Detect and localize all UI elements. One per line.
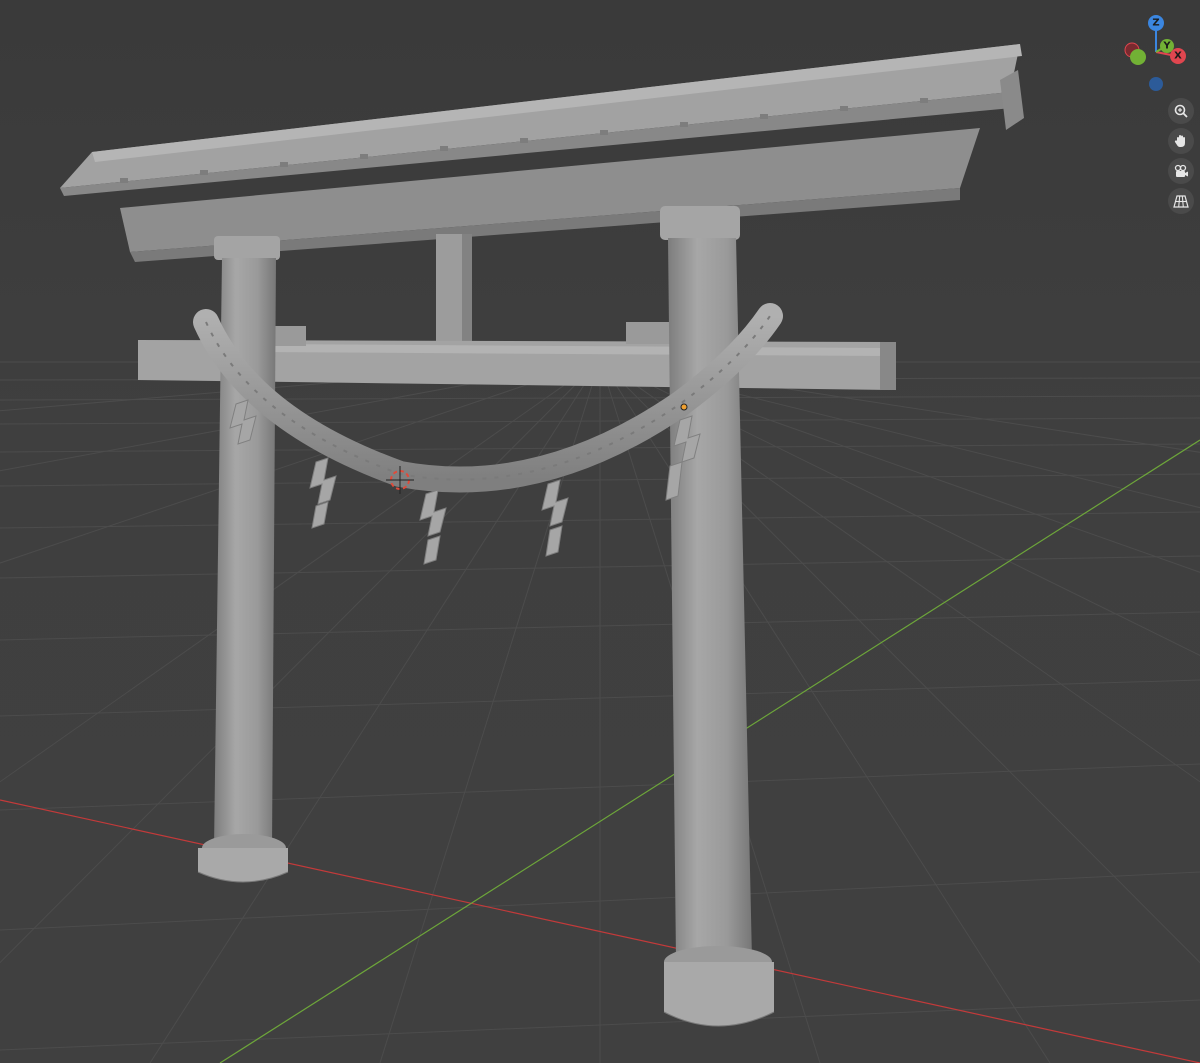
hand-icon: [1174, 135, 1185, 147]
zoom-button[interactable]: [1168, 98, 1194, 124]
zoom-icon: [1174, 104, 1188, 118]
floor-grid: [0, 359, 1200, 1063]
gizmo-negative-y[interactable]: [1130, 49, 1146, 65]
scene[interactable]: [0, 0, 1200, 1063]
viewport-nav-tools: [1168, 98, 1194, 214]
perspective-toggle-button[interactable]: [1168, 188, 1194, 214]
camera-view-button[interactable]: [1168, 158, 1194, 184]
gizmo-y-label: Y: [1162, 41, 1171, 52]
gizmo-negative-z[interactable]: [1149, 77, 1163, 91]
gizmo-x-label: X: [1174, 51, 1182, 62]
camera-icon: [1174, 164, 1188, 177]
pan-button[interactable]: [1168, 128, 1194, 154]
3d-viewport[interactable]: Z Y X: [0, 0, 1200, 1063]
gizmo-z-label: Z: [1152, 18, 1159, 29]
grid-perspective-icon: [1173, 195, 1189, 208]
navigation-gizmo[interactable]: Z Y X: [1118, 12, 1194, 92]
torii-gate-model[interactable]: [60, 44, 1024, 1027]
object-origin[interactable]: [680, 403, 688, 411]
